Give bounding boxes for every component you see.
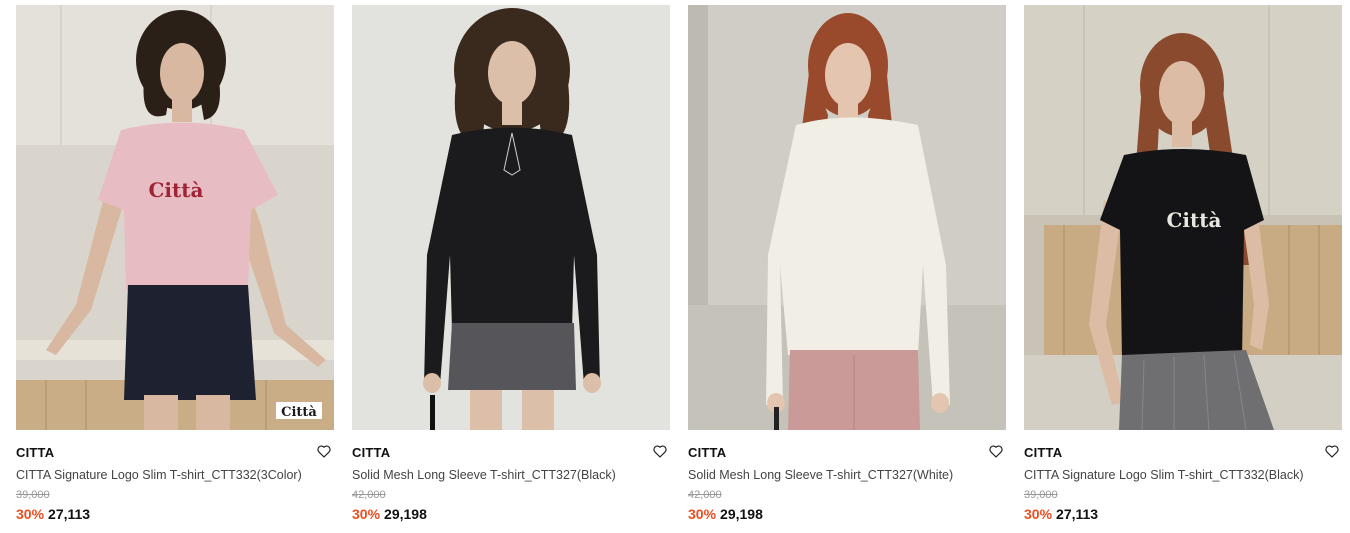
heart-outline-icon[interactable]	[1324, 443, 1340, 459]
product-photo-3	[688, 5, 1006, 430]
product-card[interactable]: Città CITTA CITTA Signature Logo Slim T-…	[1024, 5, 1342, 523]
price-row: 30% 27,113	[1024, 505, 1342, 523]
discount-rate: 30%	[688, 506, 717, 522]
original-price: 42,000	[352, 489, 386, 501]
brand-name[interactable]: CITTA	[688, 443, 1006, 463]
product-image[interactable]	[688, 5, 1006, 430]
brand-name[interactable]: CITTA	[16, 443, 334, 463]
svg-text:Città: Città	[1167, 208, 1222, 232]
price-row: 30% 29,198	[352, 505, 670, 523]
brand-row: CITTA	[688, 443, 1006, 463]
original-price: 42,000	[688, 489, 722, 501]
product-photo-4: Città	[1024, 5, 1342, 430]
product-image[interactable]: Città	[1024, 5, 1342, 430]
product-photo-1: Città Città	[16, 5, 334, 430]
image-brand-logo: Città	[281, 405, 317, 420]
product-photo-2	[352, 5, 670, 430]
sale-price: 29,198	[720, 506, 763, 522]
product-image[interactable]	[352, 5, 670, 430]
discount-rate: 30%	[352, 506, 381, 522]
product-image[interactable]: Città Città	[16, 5, 334, 430]
product-name[interactable]: CITTA Signature Logo Slim T-shirt_CTT332…	[1024, 466, 1342, 484]
discount-rate: 30%	[1024, 506, 1053, 522]
sale-price: 27,113	[48, 506, 91, 522]
product-card[interactable]: CITTA Solid Mesh Long Sleeve T-shirt_CTT…	[688, 5, 1006, 523]
svg-text:Città: Città	[149, 178, 204, 202]
sale-price: 29,198	[384, 506, 427, 522]
brand-row: CITTA	[352, 443, 670, 463]
original-price: 39,000	[1024, 489, 1058, 501]
heart-outline-icon[interactable]	[316, 443, 332, 459]
price-row: 30% 27,113	[16, 505, 334, 523]
brand-name[interactable]: CITTA	[352, 443, 670, 463]
product-name[interactable]: CITTA Signature Logo Slim T-shirt_CTT332…	[16, 466, 334, 484]
discount-rate: 30%	[16, 506, 45, 522]
sale-price: 27,113	[1056, 506, 1099, 522]
product-name[interactable]: Solid Mesh Long Sleeve T-shirt_CTT327(Bl…	[352, 466, 670, 484]
heart-outline-icon[interactable]	[988, 443, 1004, 459]
product-name[interactable]: Solid Mesh Long Sleeve T-shirt_CTT327(Wh…	[688, 466, 1006, 484]
original-price: 39,000	[16, 489, 50, 501]
brand-row: CITTA	[16, 443, 334, 463]
price-row: 30% 29,198	[688, 505, 1006, 523]
product-grid: Città Città CITTA CITTA Signature Logo S…	[0, 0, 1350, 533]
brand-name[interactable]: CITTA	[1024, 443, 1342, 463]
brand-row: CITTA	[1024, 443, 1342, 463]
heart-outline-icon[interactable]	[652, 443, 668, 459]
product-card[interactable]: CITTA Solid Mesh Long Sleeve T-shirt_CTT…	[352, 5, 670, 523]
product-card[interactable]: Città Città CITTA CITTA Signature Logo S…	[16, 5, 334, 523]
